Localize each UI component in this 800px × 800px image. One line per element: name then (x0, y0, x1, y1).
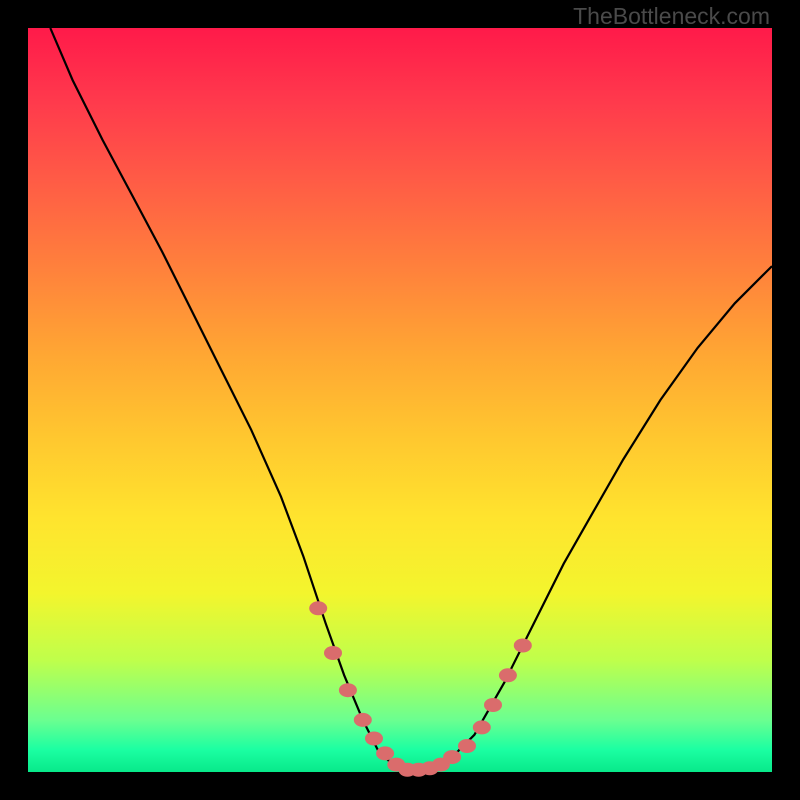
curve-marker (354, 713, 372, 727)
bottleneck-curve (50, 28, 772, 770)
curve-marker (443, 750, 461, 764)
attribution-text: TheBottleneck.com (573, 3, 770, 30)
curve-marker (309, 601, 327, 615)
curve-marker (473, 720, 491, 734)
curve-marker (484, 698, 502, 712)
curve-marker (499, 668, 517, 682)
curve-marker (376, 746, 394, 760)
marker-group (309, 601, 532, 777)
curve-marker (324, 646, 342, 660)
plot-area (28, 28, 772, 772)
curve-svg (28, 28, 772, 772)
chart-container: TheBottleneck.com (0, 0, 800, 800)
curve-marker (458, 739, 476, 753)
curve-marker (365, 732, 383, 746)
curve-marker (339, 683, 357, 697)
curve-marker (514, 639, 532, 653)
